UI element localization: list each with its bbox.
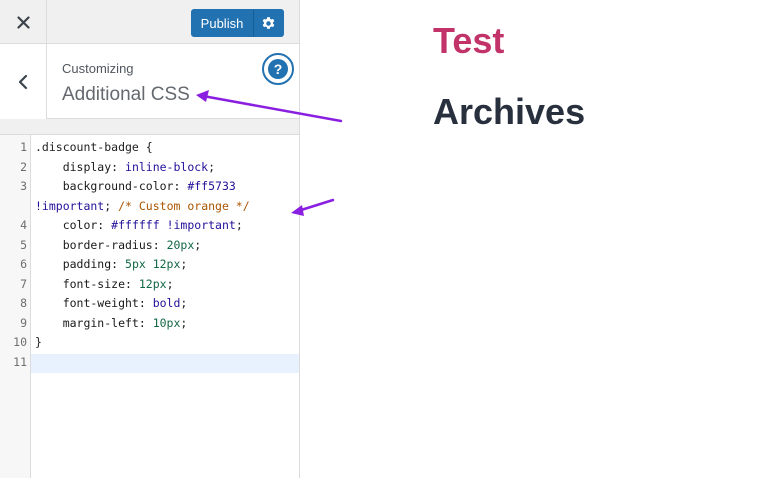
code-line[interactable]: 4 color: #ffffff !important; [0, 216, 299, 235]
code-text: font-weight: bold; [35, 294, 188, 313]
code-line[interactable]: 7 font-size: 12px; [0, 275, 299, 294]
code-text: !important; /* Custom orange */ [35, 197, 250, 216]
line-number: 11 [13, 354, 27, 369]
code-token: color: [35, 218, 112, 232]
chevron-left-icon [18, 74, 28, 89]
code-text: margin-left: 10px; [35, 314, 188, 333]
close-icon [16, 15, 30, 29]
code-token: 20px [166, 237, 195, 252]
code-line[interactable]: 2 display: inline-block; [0, 158, 299, 177]
code-token: ; [194, 237, 202, 252]
publish-button[interactable]: Publish [191, 9, 253, 37]
back-button[interactable] [0, 44, 47, 119]
line-number: 8 [20, 296, 27, 310]
publish-settings-button[interactable] [253, 9, 284, 37]
section-title: Additional CSS [62, 84, 190, 105]
code-token: inline-block [125, 159, 209, 174]
page-heading: Archives [433, 91, 586, 132]
customizing-label: Customizing [62, 61, 134, 76]
code-text: display: inline-block; [35, 158, 215, 177]
gear-icon [262, 16, 275, 29]
code-line[interactable]: 5 border-radius: 20px; [0, 236, 299, 255]
code-token: bold [152, 296, 181, 310]
line-number: 3 [20, 179, 27, 193]
code-line[interactable]: 10} [0, 333, 299, 352]
close-button[interactable] [0, 0, 47, 44]
code-token: ; [180, 296, 188, 310]
code-token: 5px 12px [125, 257, 181, 271]
code-line[interactable]: !important; /* Custom orange */ [0, 197, 299, 216]
code-token: border-radius: [35, 237, 167, 252]
code-line[interactable]: 9 margin-left: 10px; [0, 314, 299, 333]
code-token: 12px [138, 276, 167, 291]
code-text: color: #ffffff !important; [35, 216, 243, 235]
code-line[interactable]: 11 [0, 353, 299, 372]
line-number: 9 [20, 315, 27, 330]
code-text: padding: 5px 12px; [35, 255, 188, 274]
code-token: 10px [152, 315, 181, 330]
code-token: padding: [35, 257, 126, 271]
site-title[interactable]: Test [433, 20, 504, 62]
code-token: display: [35, 159, 126, 174]
line-number: 10 [13, 335, 27, 349]
code-token: #ff5733 [187, 179, 236, 193]
code-text: } [35, 333, 42, 352]
code-token: !important [35, 198, 105, 213]
code-token: ; [235, 218, 243, 232]
line-number: 1 [20, 140, 27, 154]
code-token: .discount-badge { [35, 140, 153, 154]
code-line[interactable]: 6 padding: 5px 12px; [0, 255, 299, 274]
code-text: .discount-badge { [35, 138, 153, 157]
code-token: ; [104, 198, 119, 213]
code-line[interactable]: 1 .discount-badge { [0, 138, 299, 157]
css-code-editor[interactable]: 1 .discount-badge { 2 display: inline-bloc… [0, 134, 299, 478]
code-token: ; [166, 276, 174, 291]
code-token: margin-left: [35, 315, 153, 330]
line-number: 4 [20, 218, 27, 232]
code-text: background-color: #ff5733 [35, 177, 236, 196]
code-token: font-weight: [35, 296, 153, 310]
publish-group: Publish [191, 9, 284, 37]
help-icon: ? [268, 59, 288, 79]
code-token: ; [208, 159, 216, 174]
code-token: #ffffff [111, 218, 160, 232]
customizer-header: Publish [0, 0, 299, 44]
code-token: ; [180, 315, 188, 330]
code-token: background-color: [35, 179, 188, 193]
code-token: font-size: [35, 276, 139, 291]
code-line[interactable]: 3 background-color: #ff5733 [0, 177, 299, 196]
code-token: ; [180, 257, 188, 271]
code-token: /* Custom orange */ [118, 198, 250, 213]
section-header: Customizing Additional CSS ? [0, 44, 299, 119]
code-text: font-size: 12px; [35, 275, 174, 294]
help-button[interactable]: ? [262, 53, 294, 85]
line-number: 6 [20, 257, 27, 271]
code-token: } [35, 335, 42, 349]
code-text: border-radius: 20px; [35, 236, 202, 255]
line-number: 7 [20, 276, 27, 291]
line-number: 5 [20, 237, 27, 252]
code-line[interactable]: 8 font-weight: bold; [0, 294, 299, 313]
code-token: !important [166, 218, 236, 232]
line-number: 2 [20, 159, 27, 174]
customizer-panel: Publish Customizing Additional CSS ? 1 .d… [0, 0, 300, 478]
